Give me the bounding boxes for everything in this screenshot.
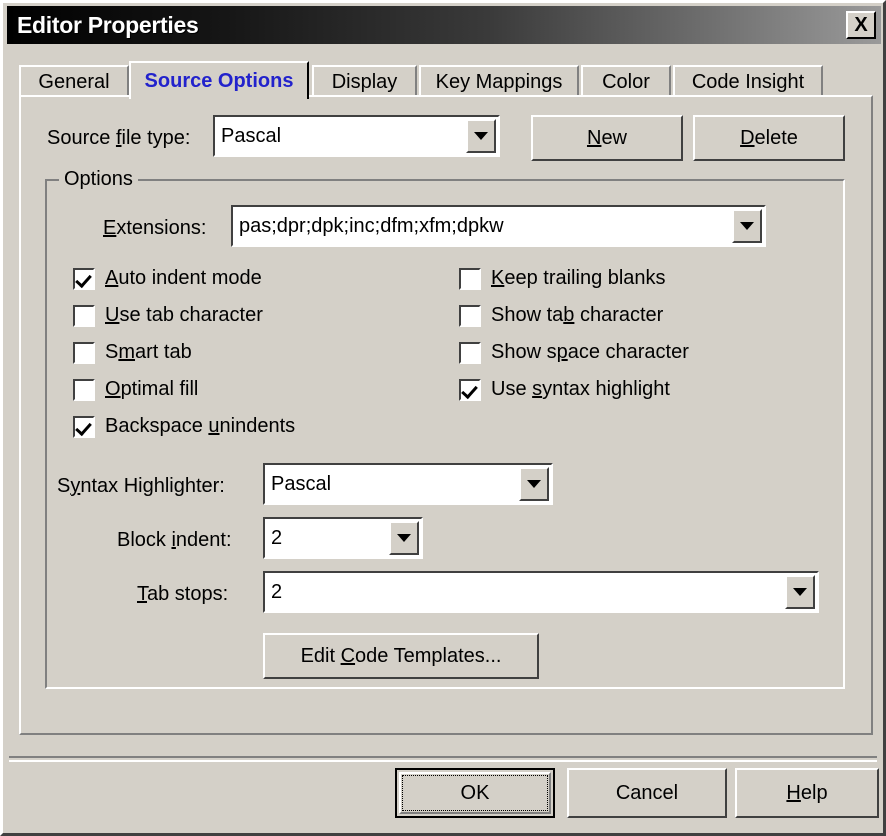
titlebar: Editor Properties X [7, 6, 881, 44]
checkbox-label: Use tab character [105, 304, 263, 326]
source-options-page: Source file type: Pascal New Delete Opti… [19, 95, 873, 735]
cancel-button-label: Cancel [615, 781, 679, 804]
checkbox-use-tab-character[interactable]: Use tab character [73, 304, 263, 327]
checkbox-box[interactable] [73, 267, 95, 290]
tab-label: Display [331, 70, 398, 93]
tab-strip: General Source Options Display Key Mappi… [19, 61, 873, 99]
checkbox-box[interactable] [73, 341, 95, 364]
source-file-type-label: Source file type: [47, 127, 191, 149]
tab-stops-combo[interactable]: 2 [263, 571, 819, 613]
tab-stops-label: Tab stops: [137, 583, 229, 605]
syntax-highlighter-value: Pascal [271, 472, 332, 495]
editor-properties-dialog: Editor Properties X General Source Optio… [0, 0, 886, 836]
checkbox-label: Show tab character [491, 304, 664, 326]
close-icon[interactable]: X [846, 11, 876, 39]
chevron-down-icon[interactable] [785, 575, 815, 609]
syntax-highlighter-label: Syntax Highlighter: [57, 475, 225, 497]
help-button-label: Help [786, 781, 828, 804]
tab-label: Source Options [144, 69, 294, 92]
edit-code-templates-label: Edit Code Templates... [300, 644, 502, 667]
edit-code-templates-button[interactable]: Edit Code Templates... [263, 633, 539, 679]
tab-label: Color [602, 70, 650, 93]
checkbox-label: Optimal fill [105, 378, 199, 400]
checkbox-smart-tab[interactable]: Smart tab [73, 341, 192, 364]
checkbox-box[interactable] [459, 267, 481, 290]
help-button[interactable]: Help [735, 768, 879, 818]
checkbox-box[interactable] [73, 304, 95, 327]
checkbox-label: Show space character [491, 341, 689, 363]
tab-general[interactable]: General [19, 65, 129, 97]
checkbox-optimal-fill[interactable]: Optimal fill [73, 378, 198, 401]
checkbox-backspace-unindents[interactable]: Backspace unindents [73, 415, 295, 438]
checkbox-use-syntax-highlight[interactable]: Use syntax highlight [459, 378, 670, 401]
checkbox-auto-indent-mode[interactable]: Auto indent mode [73, 267, 262, 290]
delete-button[interactable]: Delete [693, 115, 845, 161]
chevron-down-icon[interactable] [519, 467, 549, 501]
checkbox-keep-trailing-blanks[interactable]: Keep trailing blanks [459, 267, 666, 290]
checkbox-show-space-character[interactable]: Show space character [459, 341, 689, 364]
syntax-highlighter-combo[interactable]: Pascal [263, 463, 553, 505]
tab-display[interactable]: Display [312, 65, 417, 97]
options-groupbox: Options Extensions: pas;dpr;dpk;inc;dfm;… [45, 168, 845, 689]
bottom-separator [9, 756, 877, 762]
new-button-label: New [586, 126, 628, 149]
source-file-type-value: Pascal [221, 124, 282, 147]
extensions-label: Extensions: [103, 217, 207, 239]
checkbox-label: Keep trailing blanks [491, 267, 666, 289]
chevron-down-icon[interactable] [732, 209, 762, 243]
ok-button[interactable]: OK [395, 768, 555, 818]
tab-label: General [38, 70, 110, 93]
block-indent-value: 2 [271, 526, 283, 549]
source-file-type-combo[interactable]: Pascal [213, 115, 500, 157]
new-button[interactable]: New [531, 115, 683, 161]
delete-button-label: Delete [740, 126, 798, 149]
checkbox-box[interactable] [73, 415, 95, 438]
ok-button-label: OK [460, 781, 490, 804]
checkbox-box[interactable] [459, 304, 481, 327]
tab-source-options[interactable]: Source Options [129, 61, 309, 99]
tab-code-insight[interactable]: Code Insight [673, 65, 823, 97]
tab-stops-value: 2 [271, 580, 283, 603]
cancel-button[interactable]: Cancel [567, 768, 727, 818]
checkbox-box[interactable] [73, 378, 95, 401]
checkbox-show-tab-character[interactable]: Show tab character [459, 304, 663, 327]
block-indent-combo[interactable]: 2 [263, 517, 423, 559]
tab-key-mappings[interactable]: Key Mappings [419, 65, 579, 97]
block-indent-label: Block indent: [117, 529, 232, 551]
checkbox-label: Use syntax highlight [491, 378, 670, 400]
chevron-down-icon[interactable] [389, 521, 419, 555]
checkbox-box[interactable] [459, 378, 481, 401]
extensions-value: pas;dpr;dpk;inc;dfm;xfm;dpkw [239, 214, 504, 237]
tab-label: Code Insight [691, 70, 805, 93]
tab-label: Key Mappings [435, 70, 563, 93]
extensions-combo[interactable]: pas;dpr;dpk;inc;dfm;xfm;dpkw [231, 205, 766, 247]
options-groupbox-label: Options [59, 168, 138, 191]
checkbox-label: Smart tab [105, 341, 192, 363]
chevron-down-icon[interactable] [466, 119, 496, 153]
window-title: Editor Properties [17, 11, 199, 38]
checkbox-box[interactable] [459, 341, 481, 364]
checkbox-label: Auto indent mode [105, 267, 262, 289]
tab-color[interactable]: Color [581, 65, 671, 97]
checkbox-label: Backspace unindents [105, 415, 296, 437]
